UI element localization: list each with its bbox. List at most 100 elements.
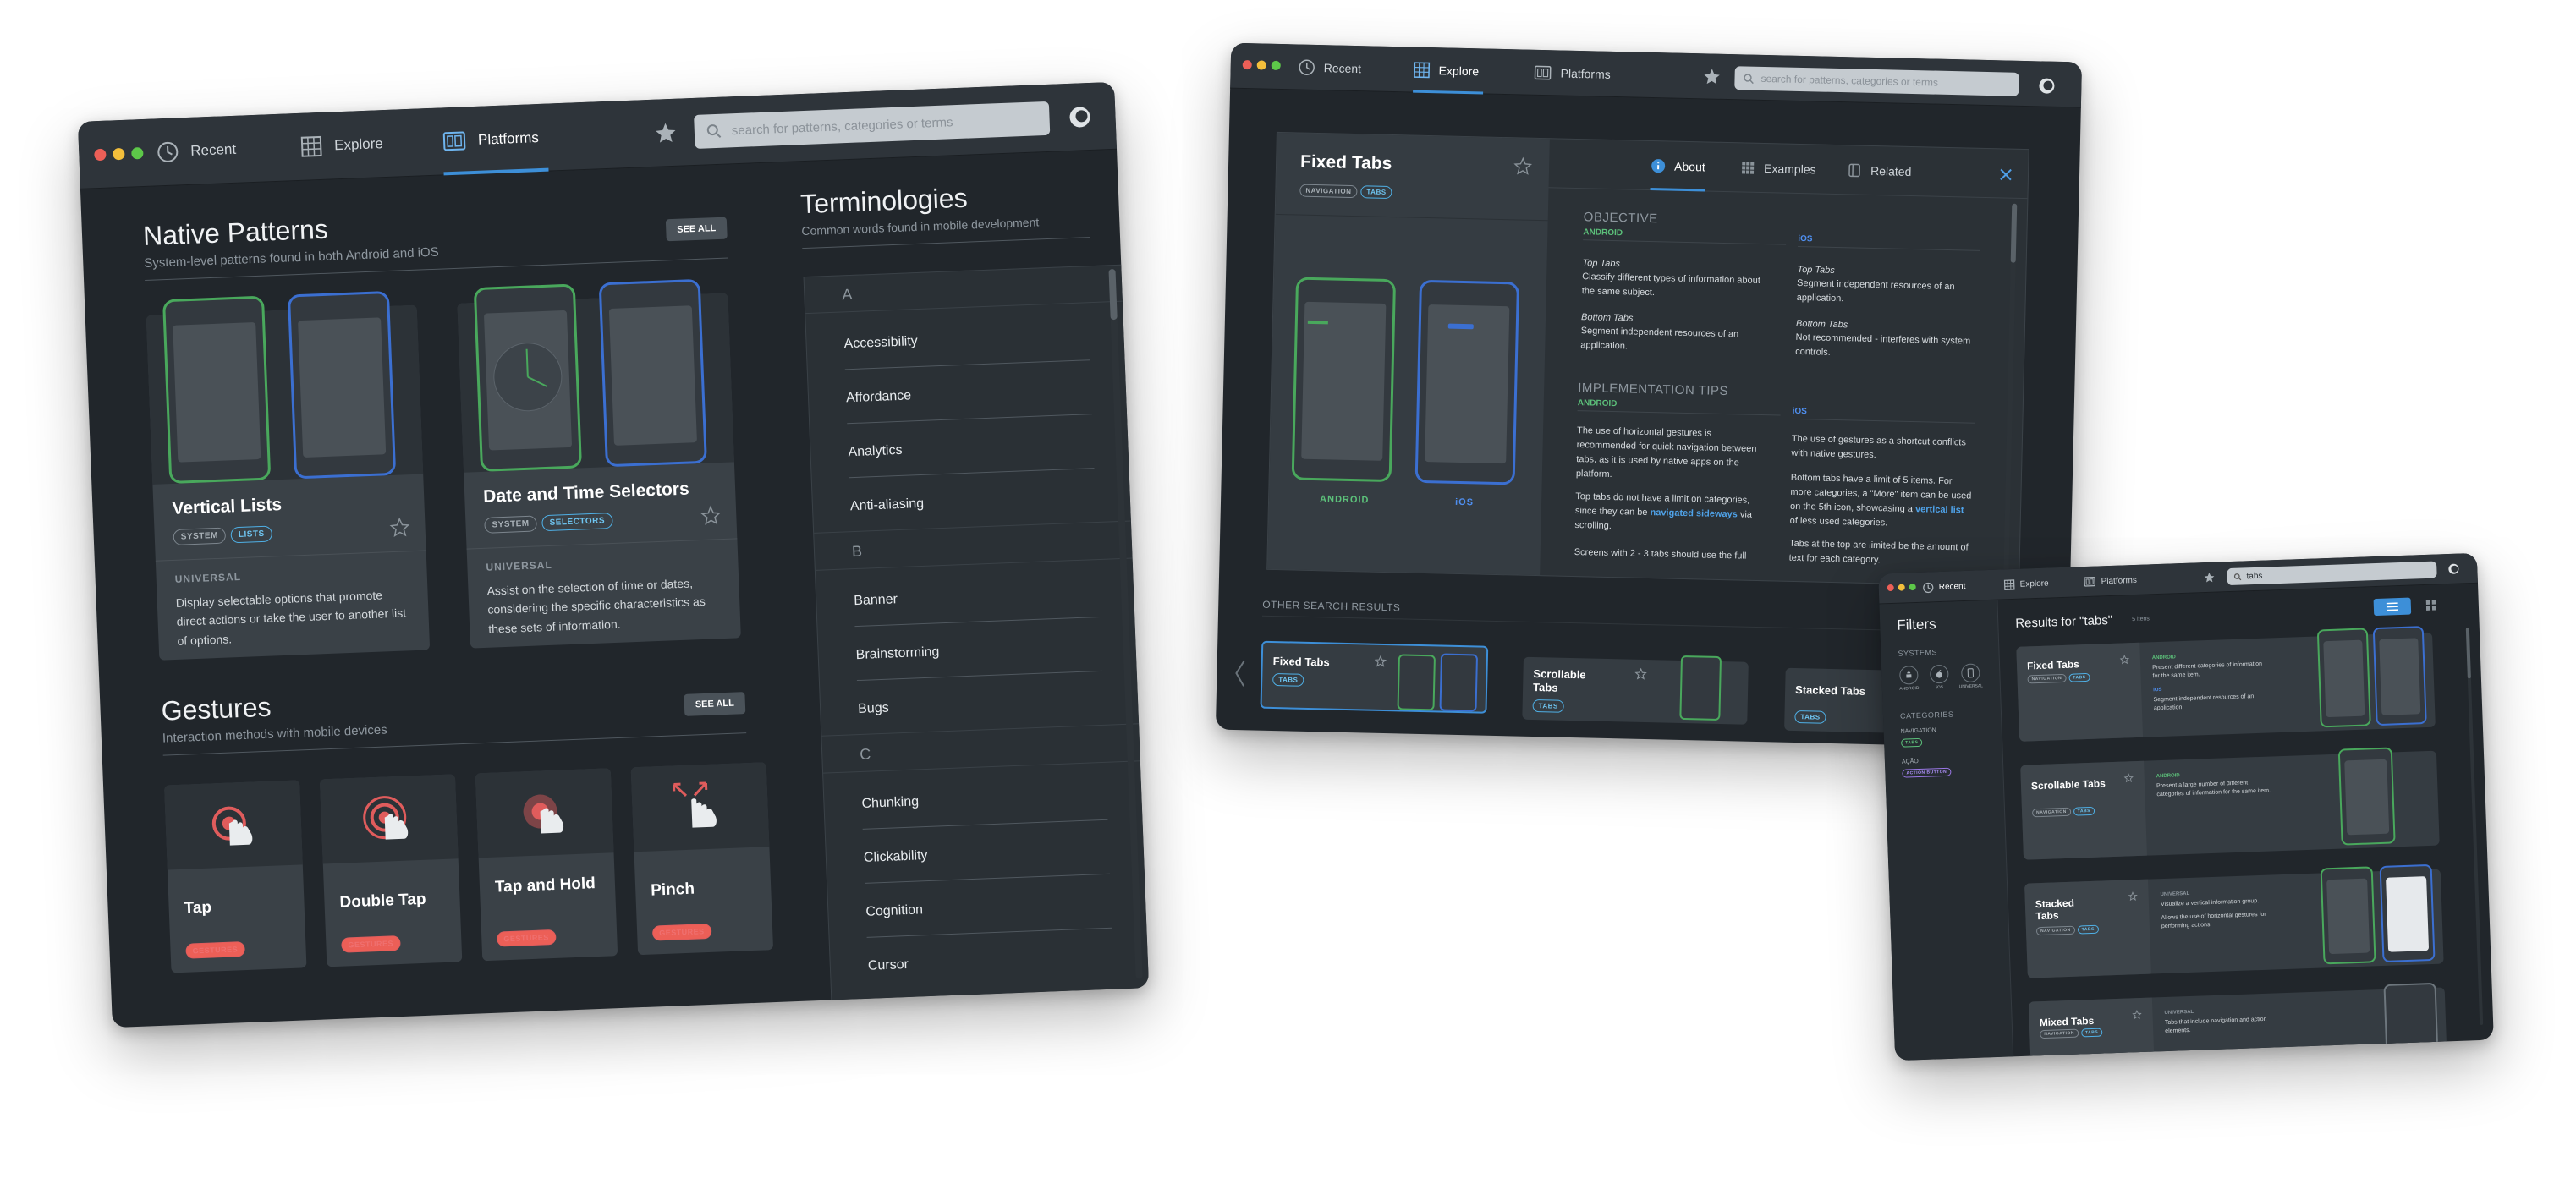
tag-tabs[interactable]: TABS bbox=[1360, 185, 1392, 200]
search-bar[interactable]: search for patterns, categories or terms bbox=[1734, 66, 2019, 96]
result-card-mixed-tabs[interactable]: Mixed Tabs NAVIGATION TABS UNIVERSAL Tabs… bbox=[2028, 982, 2448, 1061]
tab-about[interactable]: About bbox=[1650, 141, 1706, 192]
tag-tabs[interactable]: TABS bbox=[2077, 924, 2100, 935]
minimize-window-button[interactable] bbox=[1256, 60, 1266, 70]
system-filter-android[interactable]: ANDROID bbox=[1897, 665, 1921, 692]
tag-system[interactable]: SYSTEM bbox=[173, 527, 227, 545]
term-item[interactable]: Cursor bbox=[868, 957, 909, 974]
favorite-star-icon[interactable] bbox=[700, 505, 722, 526]
tag-navigation[interactable]: NAVIGATION bbox=[2040, 1028, 2079, 1039]
favorite-star-icon[interactable] bbox=[2132, 1009, 2142, 1020]
system-filter-universal[interactable]: UNIVERSAL bbox=[1956, 663, 1986, 689]
tab-explore[interactable]: Explore bbox=[2003, 568, 2049, 600]
term-item[interactable]: Affordance bbox=[846, 388, 912, 406]
terminology-list[interactable]: A Accessibility Affordance Analytics Ant… bbox=[803, 264, 1150, 1000]
grid-view-button[interactable] bbox=[2414, 596, 2449, 614]
gesture-card-double-tap[interactable]: Double Tap GESTURES bbox=[319, 774, 463, 967]
term-item[interactable]: Bugs bbox=[858, 701, 889, 717]
see-all-native-button[interactable]: SEE ALL bbox=[665, 217, 728, 242]
tag-tabs-filter[interactable]: TABS bbox=[1900, 737, 1923, 748]
tab-explore[interactable]: Explore bbox=[1413, 47, 1485, 95]
tag-action-button-filter[interactable]: ACTION BUTTON bbox=[1902, 767, 1952, 778]
theme-toggle[interactable] bbox=[2448, 563, 2459, 574]
tag-lists[interactable]: LISTS bbox=[230, 525, 273, 544]
system-filter-ios[interactable]: iOS bbox=[1927, 664, 1952, 691]
close-window-button[interactable] bbox=[94, 148, 107, 162]
zoom-window-button[interactable] bbox=[1909, 583, 1916, 591]
favorite-star-icon[interactable] bbox=[1374, 655, 1387, 667]
tag-gestures[interactable]: GESTURES bbox=[651, 923, 712, 941]
tag-system[interactable]: SYSTEM bbox=[484, 515, 538, 534]
tab-examples[interactable]: Examples bbox=[1739, 143, 1816, 194]
tag-tabs[interactable]: TABS bbox=[2073, 806, 2095, 816]
tag-tabs[interactable]: TABS bbox=[2068, 672, 2090, 682]
term-item[interactable]: Accessibility bbox=[843, 334, 918, 352]
window-controls[interactable] bbox=[94, 146, 144, 162]
favorites-star-icon[interactable] bbox=[1702, 67, 1721, 85]
close-window-button[interactable] bbox=[1242, 60, 1252, 70]
tab-platforms[interactable]: Platforms bbox=[1533, 50, 1611, 97]
result-card-scrollable-tabs[interactable]: Scrollable Tabs NAVIGATION TABS ANDROID P… bbox=[2020, 747, 2440, 860]
tab-recent[interactable]: Recent bbox=[1298, 45, 1362, 92]
search-bar[interactable]: tabs bbox=[2227, 561, 2437, 586]
term-item[interactable]: Clickability bbox=[864, 848, 928, 866]
window-controls[interactable] bbox=[1887, 583, 1916, 592]
tag-tabs[interactable]: TABS bbox=[1532, 699, 1564, 713]
gesture-card-tap-and-hold[interactable]: Tap and Hold GESTURES bbox=[475, 768, 618, 962]
result-card-fixed-tabs[interactable]: Fixed Tabs NAVIGATION TABS ANDROID Presen… bbox=[2016, 626, 2436, 742]
pattern-card-date-time-selectors[interactable]: Date and Time Selectors SYSTEM SELECTORS… bbox=[457, 278, 741, 649]
tag-tabs[interactable]: TABS bbox=[1272, 672, 1304, 687]
tag-navigation[interactable]: NAVIGATION bbox=[2035, 925, 2075, 936]
zoom-window-button[interactable] bbox=[1271, 60, 1281, 71]
scrollbar[interactable] bbox=[1108, 268, 1143, 979]
other-result-fixed-tabs[interactable]: Fixed Tabs TABS bbox=[1260, 640, 1489, 714]
term-item[interactable]: Chunking bbox=[861, 794, 919, 812]
gesture-card-tap[interactable]: Tap GESTURES bbox=[164, 780, 307, 973]
result-card-stacked-tabs[interactable]: Stacked Tabs NAVIGATION TABS UNIVERSAL Vi… bbox=[2024, 863, 2444, 978]
scrollbar[interactable] bbox=[2465, 628, 2484, 1026]
term-item[interactable]: Brainstorming bbox=[855, 644, 939, 663]
term-item[interactable]: Anti-aliasing bbox=[850, 496, 925, 514]
favorite-star-icon[interactable] bbox=[389, 517, 410, 538]
tab-recent[interactable]: Recent bbox=[156, 116, 238, 187]
tab-platforms[interactable]: Platforms bbox=[442, 104, 549, 176]
tag-gestures[interactable]: GESTURES bbox=[185, 941, 245, 959]
gesture-card-pinch[interactable]: Pinch GESTURES bbox=[630, 762, 774, 956]
window-controls[interactable] bbox=[1242, 60, 1281, 71]
tab-recent[interactable]: Recent bbox=[1922, 571, 1966, 603]
other-result-scrollable-tabs[interactable]: Scrollable Tabs TABS bbox=[1522, 655, 1749, 725]
chevron-left-icon[interactable] bbox=[1233, 659, 1246, 688]
close-icon[interactable] bbox=[1999, 167, 2013, 181]
minimize-window-button[interactable] bbox=[113, 147, 125, 161]
see-all-gestures-button[interactable]: SEE ALL bbox=[684, 692, 746, 716]
tag-navigation[interactable]: NAVIGATION bbox=[2027, 673, 2067, 684]
tag-navigation[interactable]: NAVIGATION bbox=[2031, 807, 2071, 818]
tag-tabs[interactable]: TABS bbox=[2080, 1028, 2103, 1038]
zoom-window-button[interactable] bbox=[131, 146, 144, 160]
pattern-card-vertical-lists[interactable]: Vertical Lists SYSTEM LISTS UNIVERSAL Di… bbox=[146, 290, 431, 661]
term-item[interactable]: Analytics bbox=[848, 443, 903, 460]
term-item[interactable]: Banner bbox=[854, 592, 898, 609]
theme-toggle[interactable] bbox=[2039, 78, 2055, 94]
term-item[interactable]: Cognition bbox=[865, 902, 923, 920]
favorites-star-icon[interactable] bbox=[653, 121, 678, 145]
close-window-button[interactable] bbox=[1887, 584, 1894, 592]
tag-gestures[interactable]: GESTURES bbox=[341, 935, 401, 953]
favorite-star-icon[interactable] bbox=[2119, 655, 2130, 665]
scrollbar[interactable] bbox=[2003, 203, 2018, 576]
tab-explore[interactable]: Explore bbox=[299, 110, 385, 181]
search-bar[interactable]: search for patterns, categories or terms bbox=[694, 101, 1051, 149]
tag-gestures[interactable]: GESTURES bbox=[497, 929, 557, 947]
theme-toggle[interactable] bbox=[1069, 106, 1090, 128]
favorite-star-icon[interactable] bbox=[2123, 773, 2134, 783]
favorite-star-icon[interactable] bbox=[1513, 156, 1533, 175]
navigated-sideways-link[interactable]: navigated sideways bbox=[1650, 507, 1738, 519]
favorite-star-icon[interactable] bbox=[2128, 891, 2138, 902]
tab-related[interactable]: Related bbox=[1846, 145, 1912, 196]
tag-navigation[interactable]: NAVIGATION bbox=[1299, 184, 1358, 199]
minimize-window-button[interactable] bbox=[1898, 584, 1905, 591]
favorite-star-icon[interactable] bbox=[1634, 667, 1647, 680]
vertical-list-link[interactable]: vertical list bbox=[1915, 504, 1964, 515]
tag-selectors[interactable]: SELECTORS bbox=[541, 513, 613, 532]
favorites-star-icon[interactable] bbox=[2203, 572, 2215, 584]
